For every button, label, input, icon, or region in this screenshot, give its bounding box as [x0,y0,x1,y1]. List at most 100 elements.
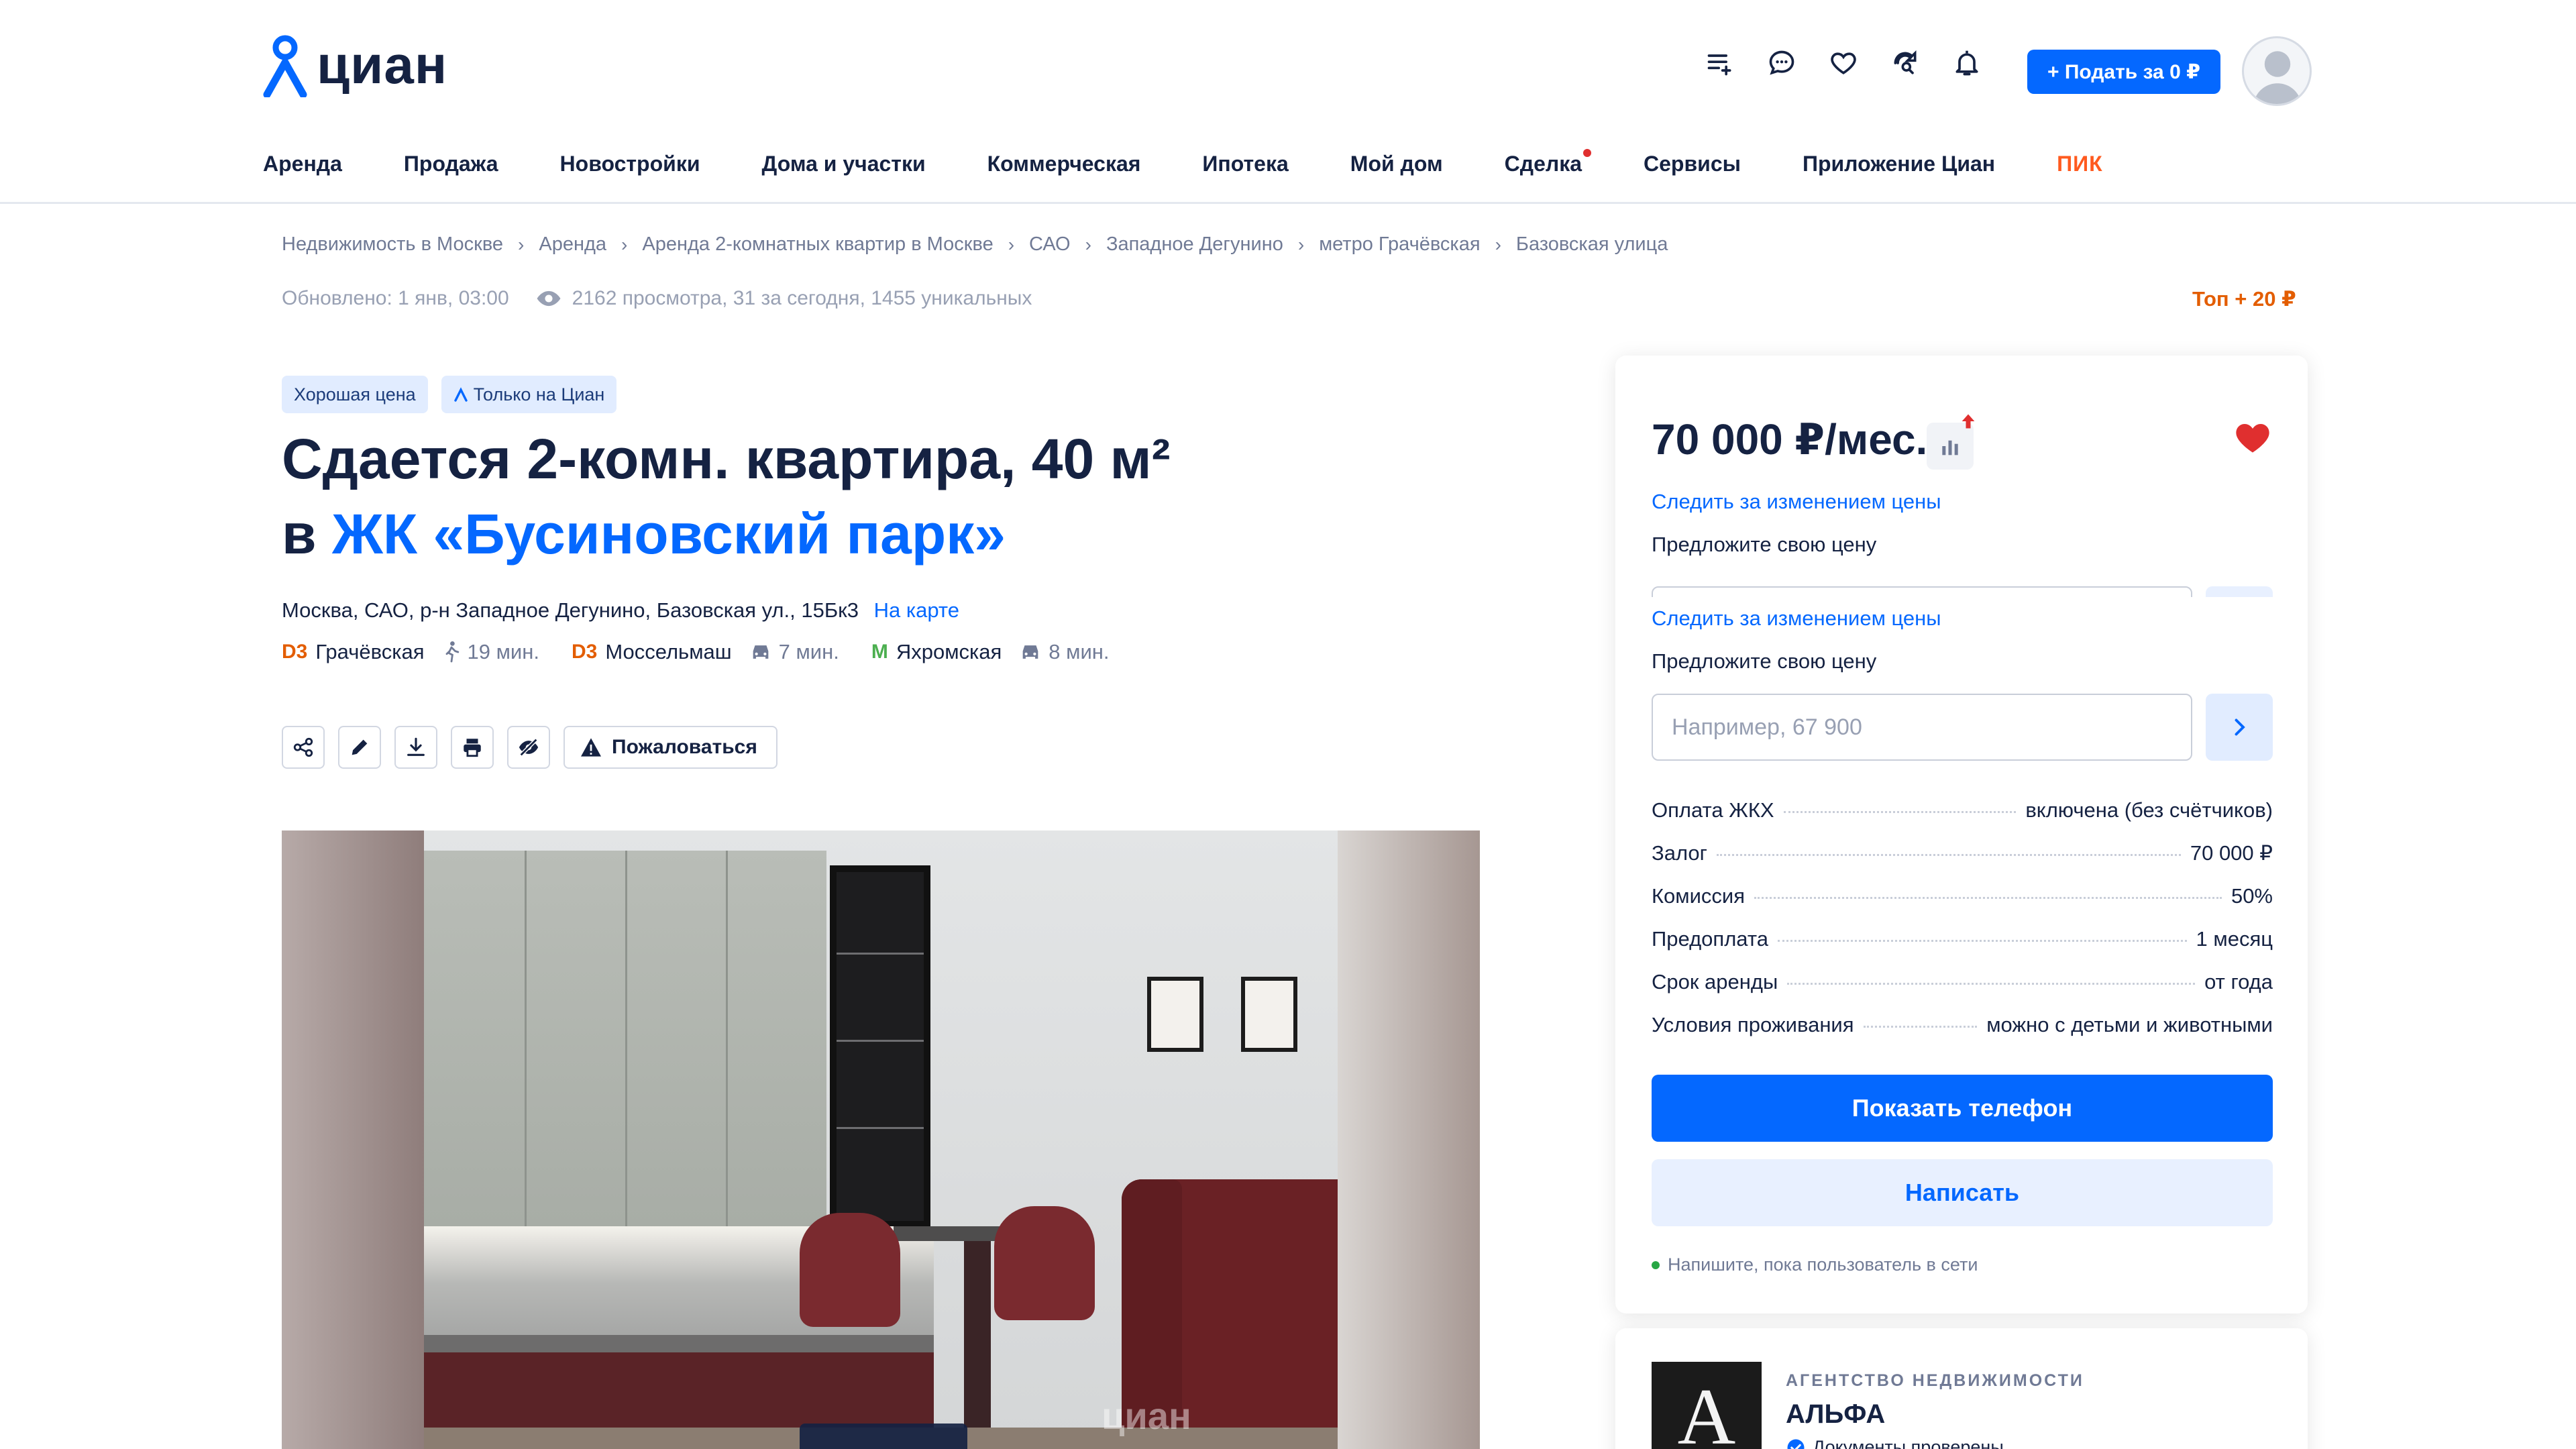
photo-cabinet-seam [625,851,627,1226]
nav-item-services[interactable]: Сервисы [1644,152,1741,176]
chevron-right-icon: › [1495,233,1501,255]
detail-row: Залог 70 000 ₽ [1652,841,2273,884]
agency-card[interactable]: A АГЕНТСТВО НЕДВИЖИМОСТИ АЛЬФА Документы… [1615,1328,2308,1449]
online-note-text: Напишите, пока пользователь в сети [1668,1254,1978,1275]
online-note: Напишите, пока пользователь в сети [1652,1254,1978,1275]
views-count: 2162 просмотра, 31 за сегодня, 1455 уник… [572,287,1032,309]
print-button[interactable] [451,726,494,769]
photo-glass-cabinet [830,865,930,1228]
notifications-bell-icon[interactable] [1951,47,1983,79]
chevron-right-icon [2235,718,2245,736]
metro-item[interactable]: D3 Грачёвская 19 мин. [282,640,539,664]
offer-price-label: Предложите свою цену [1652,649,1877,673]
photo-cabinet-seam [726,851,728,1226]
photo-counter[interactable] [800,1424,967,1449]
download-button[interactable] [394,726,437,769]
detail-value: от года [2204,970,2273,994]
detail-row: Оплата ЖКХ включена (без счётчиков) [1652,798,2273,841]
agency-type: АГЕНТСТВО НЕДВИЖИМОСТИ [1786,1371,2084,1390]
d3-line-icon: D3 [571,641,598,663]
nav-item-sale[interactable]: Продажа [404,152,498,176]
detail-value: 50% [2231,884,2273,908]
share-button[interactable] [282,726,325,769]
photo-shelf [837,1127,924,1129]
photo-countertop [424,1335,934,1352]
cian-mark-icon [453,387,468,402]
agency-name[interactable]: АЛЬФА [1786,1399,1885,1430]
hide-button[interactable] [507,726,550,769]
breadcrumb-item[interactable]: Базовская улица [1516,233,1668,256]
nav-item-houses[interactable]: Дома и участки [762,152,926,176]
gallery-next-preview[interactable] [1338,830,1480,1449]
offer-submit-button[interactable] [2206,694,2273,761]
metro-item[interactable]: D3 Моссельмаш 7 мин. [572,640,839,664]
chat-icon[interactable] [1766,47,1798,79]
detail-dots [1754,897,2222,899]
nav-item-deal[interactable]: Сделка [1505,148,1592,176]
complain-label: Пожаловаться [612,736,757,758]
eye-off-icon [519,738,539,757]
user-avatar[interactable] [2242,36,2312,106]
breadcrumb-item[interactable]: метро Грачёвская [1319,233,1480,256]
offer-ghost-strip [1652,577,2273,597]
nav-item-rent[interactable]: Аренда [263,152,342,176]
share-icon [293,737,313,757]
warning-icon [581,738,601,757]
offer-price-label: Предложите свою цену [1652,533,1877,556]
detail-value: 1 месяц [2196,927,2273,951]
note-button[interactable] [338,726,381,769]
detail-label: Оплата ЖКХ [1652,798,1774,822]
nav-item-pik[interactable]: ПИК [2057,152,2103,176]
detail-dots [1863,1026,1978,1028]
nav-item-new-buildings[interactable]: Новостройки [560,152,700,176]
cian-logo[interactable]: циан [263,28,447,102]
nav-item-mortgage[interactable]: Ипотека [1202,152,1288,176]
favorite-heart-icon[interactable] [2233,417,2273,458]
complain-button[interactable]: Пожаловаться [564,726,777,769]
show-phone-button[interactable]: Показать телефон [1652,1075,2273,1142]
metro-time: 8 мин. [1019,640,1110,664]
follow-price-link[interactable]: Следить за изменением цены [1652,606,1941,631]
top-promo-link[interactable]: Топ + 20 ₽ [2192,287,2296,311]
gallery-prev-preview[interactable] [282,830,424,1449]
rent-details: Оплата ЖКХ включена (без счётчиков) Залог… [1652,798,2273,1056]
offer-price-input[interactable] [1652,694,2192,761]
breadcrumb-item[interactable]: Аренда [539,233,606,256]
site-header: циан + Подать за 0 ₽ Аренда Продажа Ново… [0,0,2576,204]
breadcrumb-item[interactable]: Недвижимость в Москве [282,233,503,256]
detail-label: Комиссия [1652,884,1746,908]
complex-link[interactable]: ЖК «Бусиновский парк» [332,502,1006,566]
breadcrumb-item[interactable]: Аренда 2-комнатных квартир в Москве [642,233,993,256]
nav-item-commercial[interactable]: Коммерческая [987,152,1141,176]
metro-name: Грачёвская [315,640,425,663]
on-map-link[interactable]: На карте [874,598,959,622]
post-ad-button[interactable]: + Подать за 0 ₽ [2027,50,2220,94]
updated-date: Обновлено: 1 янв, 03:00 [282,287,509,309]
saved-search-icon[interactable] [1889,47,1921,79]
metro-m-icon: M [871,641,888,663]
breadcrumb-item[interactable]: САО [1029,233,1071,256]
metro-item[interactable]: M Яхромская 8 мин. [871,640,1110,664]
photo-gallery[interactable]: циан [282,830,1480,1449]
metro-time-value: 7 мин. [778,640,839,663]
compare-list-icon[interactable] [1704,47,1736,79]
write-message-button[interactable]: Написать [1652,1159,2273,1226]
nav-item-app[interactable]: Приложение Циан [1803,152,1995,176]
breadcrumb-item[interactable]: Западное Дегунино [1106,233,1283,256]
chevron-right-icon: › [1297,233,1305,255]
online-status-dot [1652,1260,1660,1269]
metro-list: D3 Грачёвская 19 мин. D3 Моссельмаш 7 ми… [282,640,1142,664]
title-prefix: в [282,502,332,566]
chevron-right-icon: › [621,233,628,255]
metro-time-value: 8 мин. [1049,640,1110,663]
logo-text: циан [317,35,448,95]
detail-row: Срок аренды от года [1652,970,2273,1013]
nav-item-my-home[interactable]: Мой дом [1350,152,1443,176]
title-line-1: Сдается 2-комн. квартира, 40 м² [282,427,1171,490]
price-history-button[interactable] [1927,414,1975,470]
metro-name: Яхромская [896,640,1002,663]
detail-label: Условия проживания [1652,1013,1854,1036]
main-photo[interactable]: циан [424,830,1338,1449]
favorites-heart-icon[interactable] [1827,47,1860,79]
follow-price-link[interactable]: Следить за изменением цены [1652,490,1941,514]
